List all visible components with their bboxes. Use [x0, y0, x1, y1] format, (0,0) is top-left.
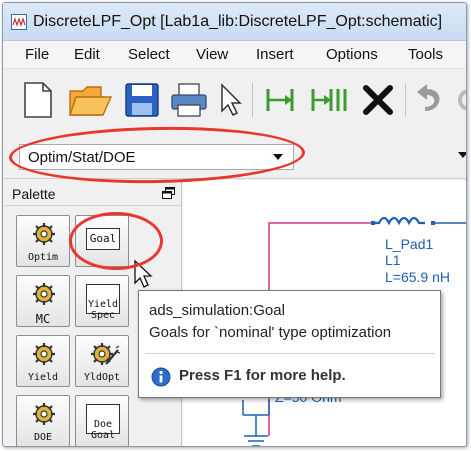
palette-item-label: Yield: [27, 372, 59, 383]
title-bar: DiscreteLPF_Opt [Lab1a_lib:DiscreteLPF_O…: [3, 3, 466, 41]
window-title: DiscreteLPF_Opt [Lab1a_lib:DiscreteLPF_O…: [33, 13, 443, 30]
open-folder-icon[interactable]: [67, 81, 113, 119]
menu-select[interactable]: Select: [128, 46, 170, 63]
palette-item-goal[interactable]: Goal: [75, 215, 129, 267]
tooltip-help-hint: Press F1 for more help.: [179, 367, 346, 384]
gear-icon: [33, 403, 55, 425]
palette-header: Palette: [5, 180, 181, 206]
palette-item-label: Goal: [89, 232, 117, 245]
palette-library-select[interactable]: Optim/Stat/DOE: [19, 144, 294, 170]
tooltip-title: ads_simulation:Goal: [149, 302, 285, 319]
palette-item-label: Optim: [27, 252, 59, 263]
palette-library-value: Optim/Stat/DOE: [28, 149, 136, 166]
menu-bar: File Edit Select View Insert Options Too…: [3, 41, 466, 69]
palette-tooltip: ads_simulation:Goal Goals for `nominal' …: [138, 290, 441, 398]
insert-wire-icon[interactable]: [307, 81, 351, 119]
schematic-window-icon: [11, 14, 27, 30]
palette-item-mc[interactable]: MC: [16, 275, 70, 327]
component-ref: L1: [385, 252, 401, 268]
palette-item-label: DOE: [33, 432, 53, 443]
palette-item-label: Yield Spec: [87, 299, 119, 321]
print-icon[interactable]: [169, 81, 209, 119]
palette-item-label: Doe Goal: [90, 419, 116, 441]
menu-file[interactable]: File: [25, 46, 49, 63]
select-arrow-icon[interactable]: [217, 81, 243, 119]
component-name: L_Pad1: [385, 236, 434, 252]
toolbar: [3, 69, 466, 135]
palette-library-row: Optim/Stat/DOE: [3, 135, 466, 179]
schematic-window: DiscreteLPF_Opt [Lab1a_lib:DiscreteLPF_O…: [2, 2, 467, 447]
component-value: L=65.9 nH: [385, 269, 450, 285]
delete-icon[interactable]: [359, 81, 397, 119]
doe-goal-box-icon: Doe Goal: [86, 404, 120, 441]
menu-insert[interactable]: Insert: [256, 46, 294, 63]
palette-item-label: YldOpt: [83, 372, 121, 383]
menu-view[interactable]: View: [196, 46, 228, 63]
menu-options[interactable]: Options: [326, 46, 378, 63]
dock-window-icon[interactable]: [162, 187, 175, 199]
new-document-icon[interactable]: [21, 81, 55, 119]
tooltip-description: Goals for `nominal' type optimization: [149, 324, 392, 341]
menu-edit[interactable]: Edit: [74, 46, 100, 63]
palette-item-yield-spec[interactable]: Yield Spec: [75, 275, 129, 327]
info-icon: [151, 367, 171, 387]
chevron-down-icon[interactable]: [458, 152, 467, 159]
palette-item-doe-goal[interactable]: Doe Goal: [75, 395, 129, 446]
toolbar-separator: [405, 83, 406, 117]
yield-spec-box-icon: Yield Spec: [86, 284, 120, 321]
chevron-down-icon[interactable]: [273, 154, 283, 161]
palette-item-doe[interactable]: DOE: [16, 395, 70, 446]
gear-icon: [33, 283, 55, 305]
gear-icon: [33, 223, 55, 245]
undo-icon[interactable]: [413, 81, 453, 119]
mouse-cursor-icon: [134, 259, 153, 288]
palette-item-yldopt[interactable]: YldOpt: [75, 335, 129, 387]
insert-pin-icon[interactable]: [261, 81, 299, 119]
menu-tools[interactable]: Tools: [408, 46, 443, 63]
gear-wand-icon: [91, 343, 120, 365]
save-icon[interactable]: [123, 81, 161, 119]
toolbar-separator: [252, 83, 253, 117]
tooltip-divider: [145, 353, 435, 354]
palette-item-label: MC: [35, 312, 51, 326]
palette-title: Palette: [12, 186, 56, 202]
palette-item-optim[interactable]: Optim: [16, 215, 70, 267]
palette-item-yield[interactable]: Yield: [16, 335, 70, 387]
goal-box-icon: Goal: [86, 228, 120, 250]
redo-icon[interactable]: [457, 81, 467, 119]
inductor-symbol: [373, 216, 425, 226]
gear-icon: [33, 343, 55, 365]
